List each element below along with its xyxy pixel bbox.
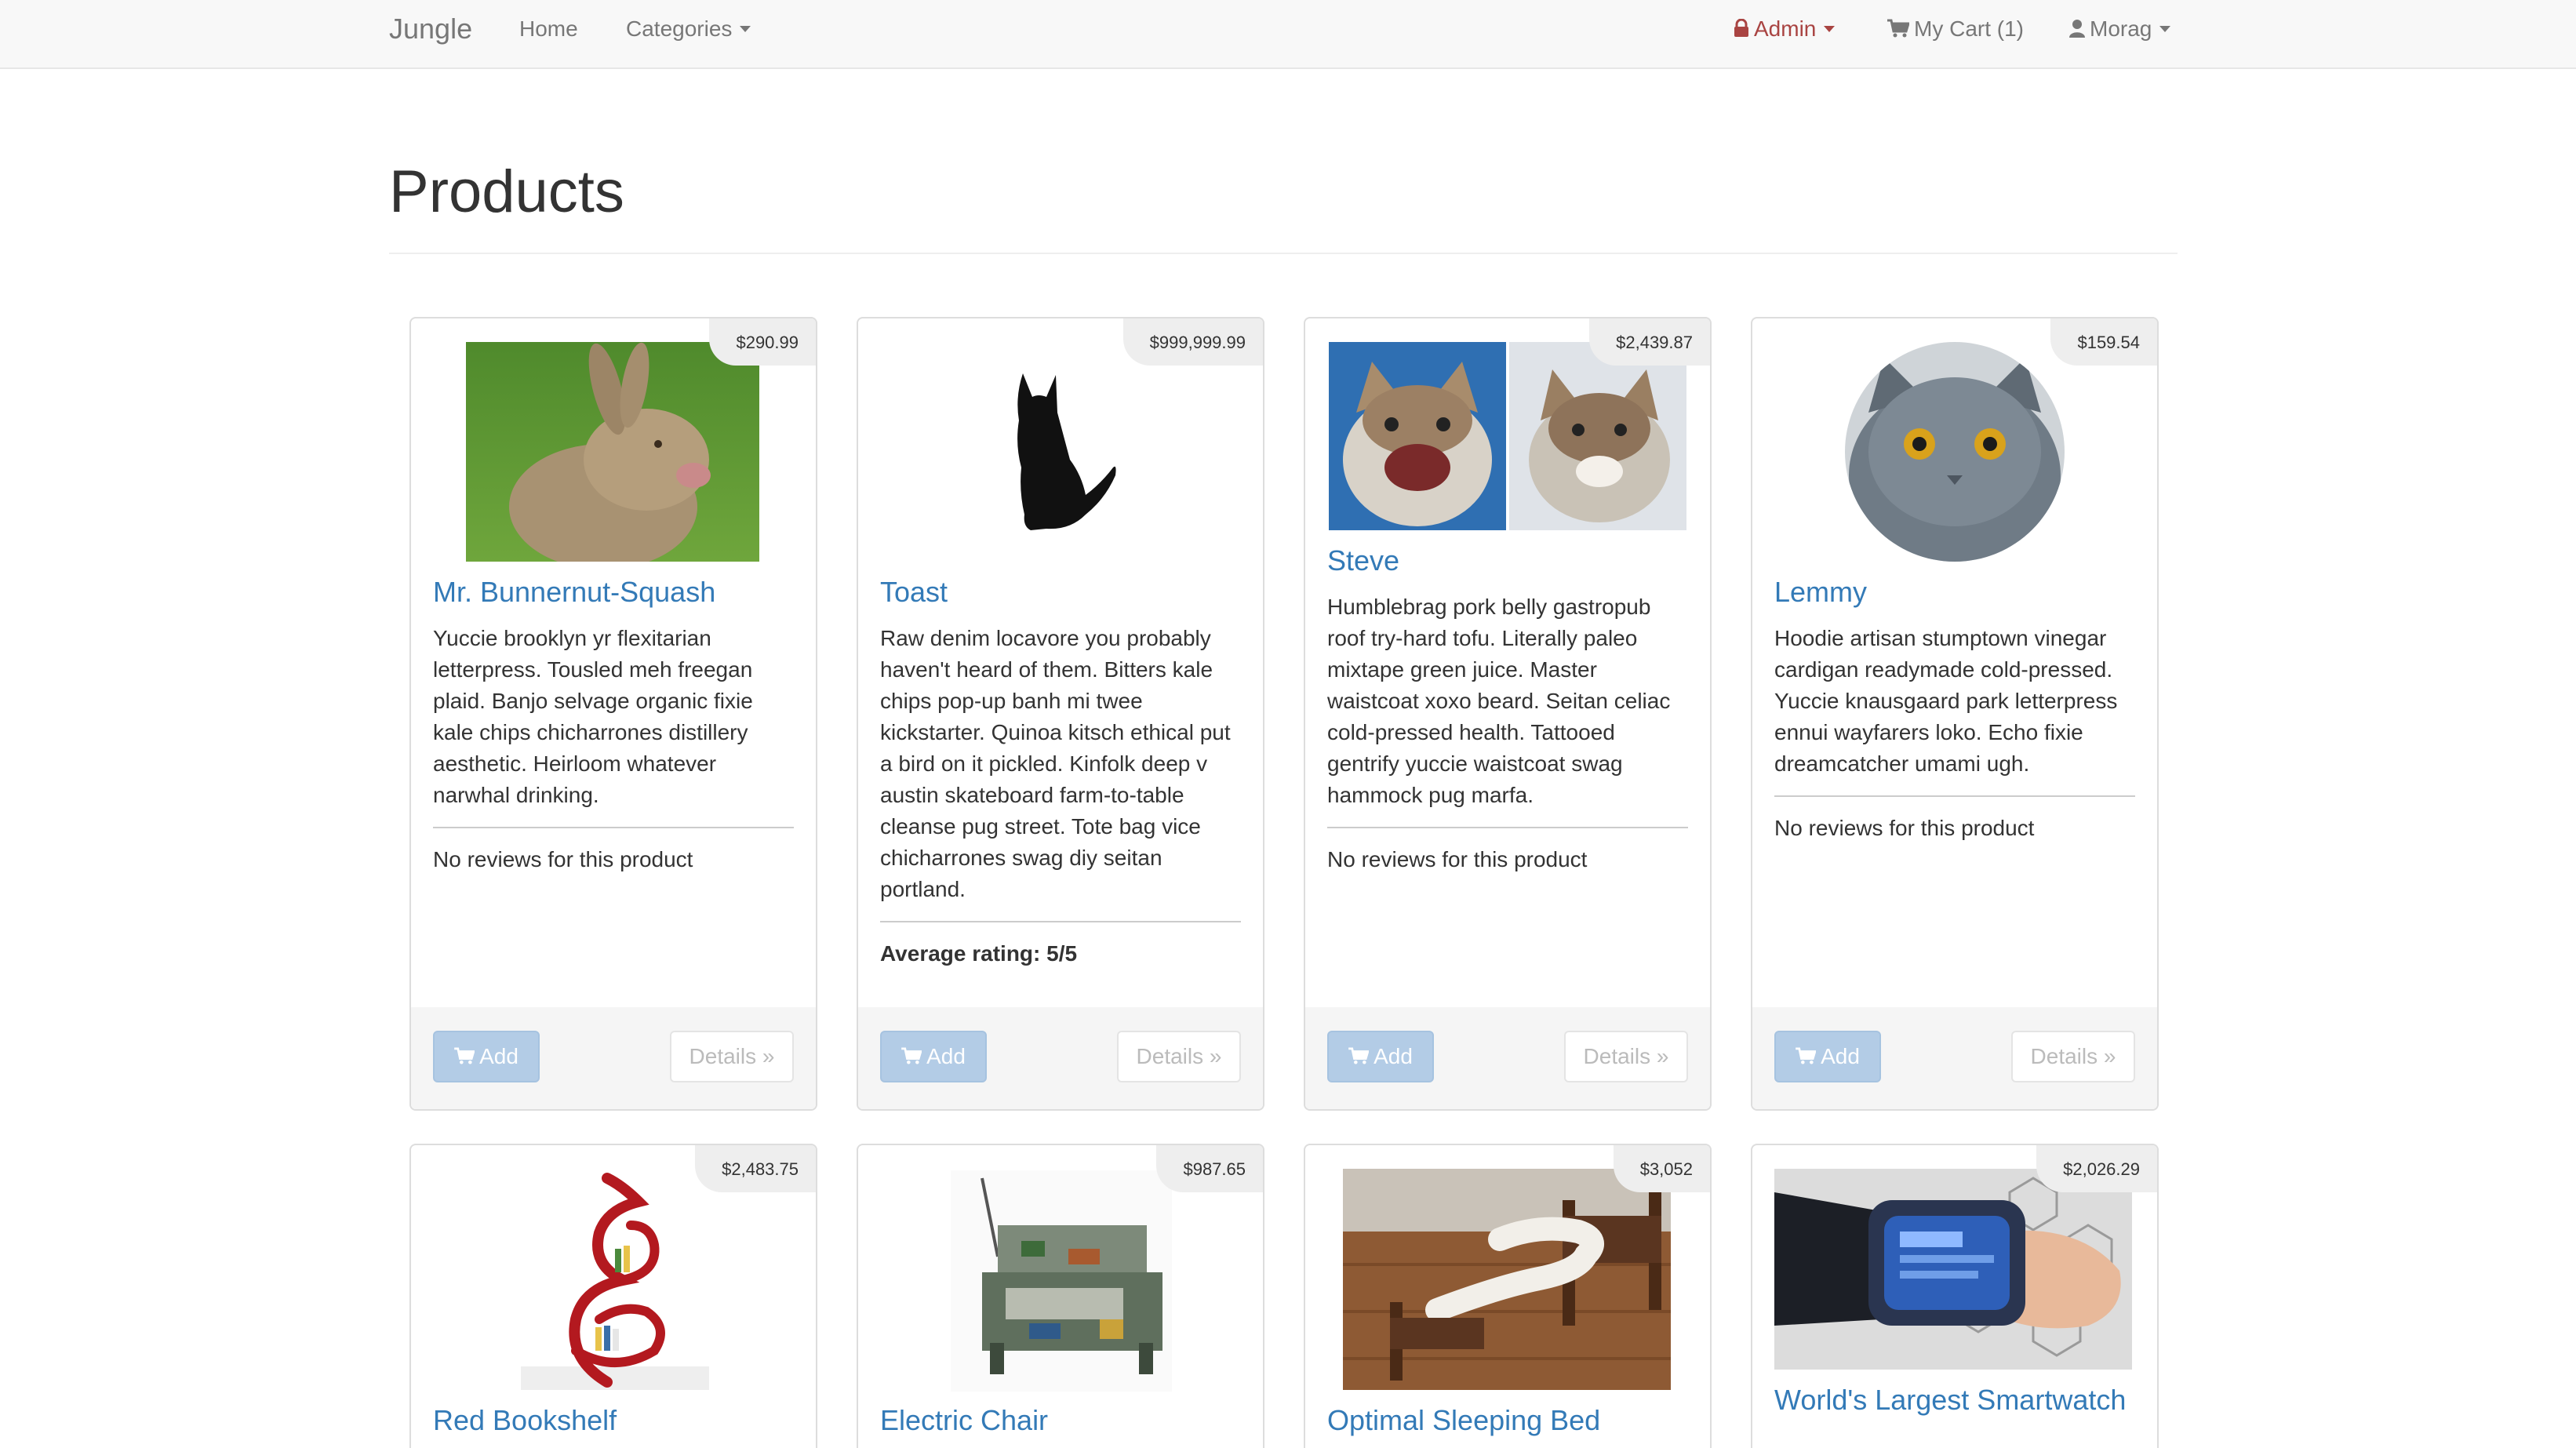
shopping-cart-icon <box>1348 1047 1370 1064</box>
card-footer: Add Details » <box>1752 1007 2157 1109</box>
product-description: Raw denim locavore you probably haven't … <box>880 626 1231 901</box>
add-to-cart-button[interactable]: Add <box>880 1031 987 1082</box>
product-description: Humblebrag pork belly gastropub roof try… <box>1327 595 1671 807</box>
review-summary: Average rating: 5/5 <box>880 941 1078 966</box>
smartwatch-image <box>1774 1169 2132 1370</box>
price-badge: $159.54 <box>2050 318 2157 366</box>
product-title[interactable]: Electric Chair <box>880 1406 1241 1435</box>
price-badge: $987.65 <box>1156 1145 1263 1192</box>
nav-home-link[interactable]: Home <box>519 0 578 58</box>
product-card: World's Largest Smartwatch $2,026.29 <box>1751 1144 2159 1448</box>
brand-link[interactable]: Jungle <box>389 0 472 58</box>
add-button-label: Add <box>1374 1044 1413 1068</box>
card-footer: Add Details » <box>1305 1007 1710 1109</box>
nav-admin-label: Admin <box>1754 16 1817 41</box>
nav-categories-label: Categories <box>626 16 733 41</box>
user-icon <box>2069 19 2085 38</box>
product-title[interactable]: Mr. Bunnernut-Squash <box>433 577 794 607</box>
nav-user-label: Morag <box>2090 16 2152 41</box>
lock-icon <box>1734 18 1748 37</box>
nav-cart-label: My Cart (1) <box>1914 16 2024 41</box>
card-footer: Add Details » <box>858 1007 1263 1109</box>
add-button-label: Add <box>926 1044 966 1068</box>
add-to-cart-button[interactable]: Add <box>1774 1031 1881 1082</box>
chevron-down-icon <box>740 25 751 32</box>
product-image[interactable] <box>466 342 759 569</box>
details-button[interactable]: Details » <box>670 1031 794 1082</box>
rabbit-image <box>466 342 759 569</box>
divider <box>433 827 794 828</box>
product-title[interactable]: Steve <box>1327 546 1688 576</box>
product-card: Lemmy Hoodie artisan stumptown vinegar c… <box>1751 317 2159 1111</box>
product-title[interactable]: Toast <box>880 577 1241 607</box>
red-bookshelf-image <box>521 1173 709 1390</box>
review-summary: No reviews for this product <box>1774 816 2035 840</box>
chevron-down-icon <box>1824 25 1836 32</box>
page-title: Products <box>389 158 624 225</box>
card-footer: Add Details » <box>411 1007 816 1109</box>
product-image[interactable] <box>1845 342 2065 562</box>
product-card: Red Bookshelf $2,483.75 <box>409 1144 817 1448</box>
price-badge: $2,483.75 <box>695 1145 816 1192</box>
product-image[interactable] <box>1343 1169 1671 1390</box>
divider <box>880 921 1241 922</box>
shopping-cart-icon <box>1796 1047 1817 1064</box>
divider <box>1327 827 1688 828</box>
grey-cat-image <box>1845 342 2065 562</box>
product-card: Steve Humblebrag pork belly gastropub ro… <box>1304 317 1712 1111</box>
review-summary: No reviews for this product <box>433 847 693 871</box>
chevron-down-icon <box>2159 25 2171 32</box>
add-button-label: Add <box>1821 1044 1860 1068</box>
product-description: Hoodie artisan stumptown vinegar cardiga… <box>1774 626 2118 776</box>
nav-cart-link[interactable]: My Cart (1) <box>1887 0 2024 58</box>
product-card: Mr. Bunnernut-Squash Yuccie brooklyn yr … <box>409 317 817 1111</box>
nav-user-dropdown[interactable]: Morag <box>2069 0 2171 58</box>
nav-admin-dropdown[interactable]: Admin <box>1734 0 1836 58</box>
product-title[interactable]: Lemmy <box>1774 577 2135 607</box>
nav-categories-dropdown[interactable]: Categories <box>626 0 751 58</box>
product-card: Optimal Sleeping Bed $3,052 <box>1304 1144 1712 1448</box>
add-to-cart-button[interactable]: Add <box>433 1031 540 1082</box>
product-image[interactable] <box>521 1170 709 1392</box>
details-button[interactable]: Details » <box>2011 1031 2135 1082</box>
details-button[interactable]: Details » <box>1117 1031 1241 1082</box>
price-badge: $290.99 <box>709 318 816 366</box>
shopping-cart-icon <box>901 1047 922 1064</box>
product-image[interactable] <box>976 366 1133 538</box>
divider <box>1774 795 2135 797</box>
product-title[interactable]: Optimal Sleeping Bed <box>1327 1406 1688 1435</box>
product-image[interactable] <box>951 1170 1172 1392</box>
add-to-cart-button[interactable]: Add <box>1327 1031 1434 1082</box>
price-badge: $3,052 <box>1613 1145 1710 1192</box>
curved-bed-image <box>1343 1169 1671 1390</box>
product-title[interactable]: World's Largest Smartwatch <box>1774 1385 2135 1415</box>
price-badge: $2,026.29 <box>2036 1145 2157 1192</box>
product-card: Electric Chair $987.65 <box>857 1144 1264 1448</box>
product-title[interactable]: Red Bookshelf <box>433 1406 794 1435</box>
page-header: Products <box>389 157 2178 254</box>
product-card: Toast Raw denim locavore you probably ha… <box>857 317 1264 1111</box>
circuit-chair-image <box>951 1170 1172 1392</box>
shopping-cart-icon <box>454 1047 475 1064</box>
laughing-cats-image <box>1329 342 1686 530</box>
product-image[interactable] <box>1329 342 1686 530</box>
product-image[interactable] <box>1774 1169 2132 1370</box>
add-button-label: Add <box>479 1044 518 1068</box>
product-description: Yuccie brooklyn yr flexitarian letterpre… <box>433 626 753 807</box>
top-navbar: Jungle Home Categories Admin My Cart (1)… <box>0 0 2576 69</box>
price-badge: $999,999.99 <box>1122 318 1263 366</box>
details-button[interactable]: Details » <box>1564 1031 1688 1082</box>
price-badge: $2,439.87 <box>1589 318 1710 366</box>
review-summary: No reviews for this product <box>1327 847 1588 871</box>
shopping-cart-icon <box>1887 19 1909 38</box>
cat-silhouette-image <box>1017 373 1116 530</box>
